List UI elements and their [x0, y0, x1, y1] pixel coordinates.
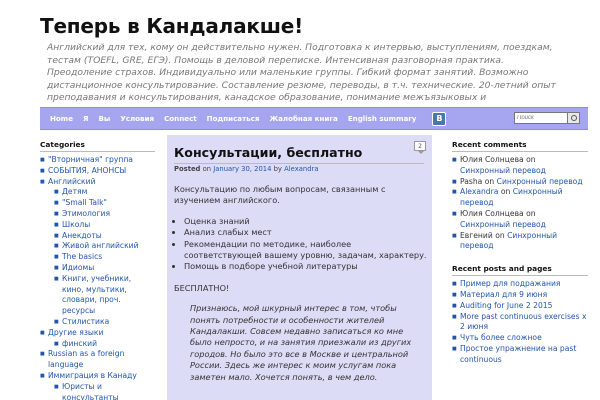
category-link[interactable]: СОБЫТИЯ, АНОНСЫ [40, 166, 155, 177]
post-body: Консультацию по любым вопросам, связанны… [174, 184, 428, 392]
nav-items: Home Я Вы Условия Connect Подписаться Жа… [50, 108, 447, 129]
comment-on-label: on [500, 187, 511, 197]
post-title[interactable]: Консультации, бесплатно [174, 145, 362, 160]
post-bullets: Оценка знаний Анализ слабых мест Рекомен… [184, 216, 428, 273]
post-bullet: Анализ слабых мест [184, 227, 428, 238]
category-link[interactable]: Идиомы [54, 263, 155, 274]
category-link[interactable]: Этимология [54, 209, 155, 220]
navbar: Home Я Вы Условия Connect Подписаться Жа… [40, 107, 588, 130]
category-link[interactable]: Живой английский [54, 241, 155, 252]
post-free: БЕСПЛАТНО! [174, 282, 230, 293]
post-quote: Признаюсь, мой шкурный интерес в том, чт… [190, 303, 412, 382]
recent-post-link[interactable]: Чуть более сложное [452, 333, 588, 344]
category-link[interactable]: Детям [54, 187, 155, 198]
comment-on-label: on [526, 208, 536, 218]
recent-post-link[interactable]: Auditing for June 2 2015 [452, 301, 588, 312]
nav-complaints[interactable]: Жалобная книга [269, 114, 337, 123]
search-icon[interactable] [568, 112, 580, 124]
search-input[interactable] [514, 112, 568, 124]
post-date-link[interactable]: January 30, 2014 [213, 165, 271, 173]
category-link[interactable]: Юристы и консультанты [54, 382, 155, 400]
recent-post-link[interactable]: Простое упражнение на past continuous [452, 344, 588, 366]
category-link[interactable]: Russian as a foreign language [40, 349, 155, 371]
comment-post-link[interactable]: Синхронный перевод [497, 177, 583, 186]
recent-comment-item: Юлия Солнцева on Синхронный перевод [452, 208, 588, 231]
comment-author: Юлия Солнцева [460, 208, 524, 218]
recent-comments-list: Юлия Солнцева on Синхронный переводPasha… [452, 155, 588, 252]
site-description: Английский для тех, кому он действительн… [47, 42, 556, 102]
post-bullet: Оценка знаний [184, 216, 428, 227]
categories-list: "Вторничная" группаСОБЫТИЯ, АНОНСЫАнглий… [40, 155, 155, 400]
category-link[interactable]: "Small Talk" [54, 198, 155, 209]
recent-posts-title: Recent posts and pages [452, 264, 588, 277]
comment-post-link[interactable]: Синхронный перевод [460, 166, 546, 175]
meta-by-label: by [273, 165, 282, 173]
category-link[interactable]: Английский [40, 177, 155, 188]
comment-author: Евгений [460, 230, 493, 240]
meta-on-label: on [202, 165, 212, 173]
recent-post-link[interactable]: Материал для 9 июня [452, 290, 588, 301]
post-author-link[interactable]: Alexandra [284, 165, 318, 173]
recent-post-link[interactable]: Пример для подражания [452, 279, 588, 290]
recent-post-link[interactable]: More past continuous exercises x 2 июня [452, 312, 588, 334]
category-link[interactable]: Анекдоты [54, 231, 155, 242]
recent-comments-title: Recent comments [452, 140, 588, 152]
comment-post-link[interactable]: Синхронный перевод [460, 220, 546, 229]
vk-icon[interactable]: В [432, 111, 447, 126]
nav-connect[interactable]: Connect [164, 114, 197, 123]
comment-author: Pasha [460, 176, 483, 186]
meta-posted-label: Posted [174, 165, 201, 173]
recent-comment-item: Alexandra on Синхронный перевод [452, 187, 588, 209]
nav-subscribe[interactable]: Подписаться [207, 114, 260, 123]
nav-me[interactable]: Я [83, 114, 88, 123]
comment-on-label: on [526, 155, 536, 164]
recent-comment-item: Евгений on Синхронный перевод [452, 230, 588, 253]
comment-on-label: on [495, 230, 505, 240]
nav-terms[interactable]: Условия [120, 114, 154, 123]
recent-comment-item: Pasha on Синхронный перевод [452, 176, 588, 188]
category-link[interactable]: Стилистика [54, 317, 155, 328]
comment-on-label: on [484, 176, 495, 186]
post-meta: Posted on January 30, 2014 by Alexandra [174, 163, 424, 173]
comment-count-icon[interactable]: 2 [414, 141, 426, 154]
category-link[interactable]: Иммиграция в Канаду [40, 371, 155, 382]
nav-english-summary[interactable]: English summary [348, 114, 417, 123]
sidebar-left: Categories "Вторничная" группаСОБЫТИЯ, А… [40, 140, 155, 400]
category-link[interactable]: Книги, учебники, кино, мультики, словари… [54, 274, 155, 317]
category-link[interactable]: The basics [54, 252, 155, 263]
nav-home[interactable]: Home [50, 114, 73, 123]
sidebar-right: Recent comments Юлия Солнцева on Синхрон… [452, 140, 588, 366]
post-bullet: Рекомендации по методике, наиболее соотв… [184, 239, 428, 262]
nav-you[interactable]: Вы [98, 114, 110, 123]
recent-comment-item: Юлия Солнцева on Синхронный перевод [452, 155, 588, 177]
category-link[interactable]: финский [54, 339, 155, 350]
categories-title: Categories [40, 140, 155, 152]
site-title[interactable]: Теперь в Кандалакше! [40, 14, 303, 38]
category-link[interactable]: Школы [54, 220, 155, 231]
category-link[interactable]: Другие языки [40, 328, 155, 339]
search-box [514, 111, 582, 125]
main-content: Консультации, бесплатно 2 Posted on Janu… [167, 135, 432, 400]
comment-author[interactable]: Alexandra [460, 187, 498, 196]
post-intro: Консультацию по любым вопросам, связанны… [174, 184, 386, 206]
comment-author: Юлия Солнцева [460, 155, 524, 164]
post-bullet: Помощь в подборе учебной литературы [184, 261, 428, 272]
category-link[interactable]: "Вторничная" группа [40, 155, 155, 166]
recent-posts-list: Пример для подражанияМатериал для 9 июня… [452, 279, 588, 365]
